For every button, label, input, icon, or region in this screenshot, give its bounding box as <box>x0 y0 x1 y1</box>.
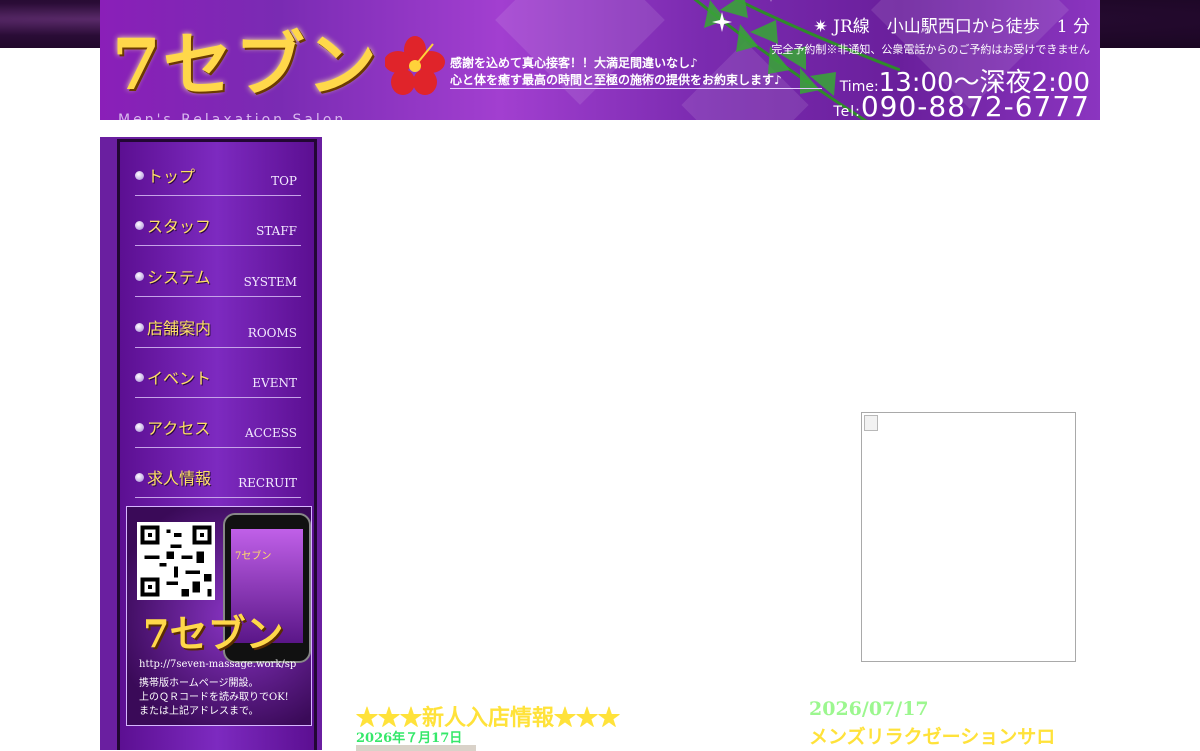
nav-bullet-icon <box>135 473 144 482</box>
nav-label-en: RECRUIT <box>238 476 297 490</box>
news-thumbnail <box>356 745 476 751</box>
nav-item-top[interactable]: トップ TOP <box>133 154 301 203</box>
phone-number[interactable]: Tel:090-8872-6777 <box>833 90 1090 120</box>
mobile-site-banner[interactable]: 7セブン 7セブン http://7seven-massage.work/sp … <box>126 506 312 726</box>
nav-label-jp: システム <box>147 268 211 287</box>
nav-item-system[interactable]: システム SYSTEM <box>133 255 301 304</box>
nav-label-jp: 求人情報 <box>147 469 212 488</box>
nav-bullet-icon <box>135 221 144 230</box>
nav-label-en: ROOMS <box>247 326 297 340</box>
reservation-note: 完全予約制※非通知、公衆電話からのご予約はお受けできません <box>771 43 1090 56</box>
nav-item-rooms[interactable]: 店舗案内 ROOMS <box>133 306 301 355</box>
qr-code-icon <box>137 522 215 600</box>
nav-label-en: ACCESS <box>244 426 297 440</box>
nav-label-en: SYSTEM <box>243 275 297 289</box>
broken-image-placeholder <box>861 412 1076 662</box>
site-logo[interactable]: 7セブン <box>112 30 379 100</box>
nav-bullet-icon <box>135 272 144 281</box>
nav-item-event[interactable]: イベント EVENT <box>133 356 301 405</box>
site-header: 7セブン Men's Relaxation Salon 感謝を込めて真心接客！！… <box>100 0 1100 120</box>
mobile-banner-text-1: 携帯版ホームページ開設。 <box>139 678 259 689</box>
nav-label-jp: トップ <box>147 167 196 186</box>
nav-divider <box>135 447 301 448</box>
header-tagline-1: 感謝を込めて真心接客！！大満足間違いなし♪ <box>450 56 698 70</box>
blog-title[interactable]: メンズリラクゼーションサロ <box>809 722 1055 749</box>
nav-divider <box>135 497 301 498</box>
hibiscus-flower-icon <box>385 36 445 95</box>
mobile-banner-text-3: または上記アドレスまで。 <box>139 706 259 717</box>
nav-item-staff[interactable]: スタッフ STAFF <box>133 204 301 253</box>
site-logo-subtitle: Men's Relaxation Salon <box>118 112 347 120</box>
header-tagline-2: 心と体を癒す最高の時間と至極の施術の提供をお約束します♪ <box>450 73 782 87</box>
news-date: 2026年７月17日 <box>356 731 463 746</box>
star-bullet-icon: ✷ <box>813 17 834 37</box>
mobile-site-url[interactable]: http://7seven-massage.work/sp <box>139 659 296 670</box>
tagline-divider <box>450 88 822 89</box>
nav-item-access[interactable]: アクセス ACCESS <box>133 406 301 455</box>
nav-label-en: STAFF <box>256 224 297 238</box>
nav-label-jp: イベント <box>147 369 212 388</box>
access-info: ✷ JR線 小山駅西口から徒歩 1 分 <box>813 17 1091 37</box>
mobile-banner-text-2: 上のＱＲコードを読み取りでOK! <box>139 692 289 703</box>
nav-label-en: EVENT <box>252 376 297 390</box>
nav-divider <box>135 397 301 398</box>
broken-image-icon <box>864 415 878 431</box>
nav-bullet-icon <box>135 423 144 432</box>
nav-divider <box>135 296 301 297</box>
sidebar-frame: トップ TOP スタッフ STAFF システム SYSTEM 店舗案内 ROOM… <box>117 139 317 750</box>
nav-label-jp: 店舗案内 <box>147 319 212 338</box>
nav-bullet-icon <box>135 323 144 332</box>
nav-item-recruit[interactable]: 求人情報 RECRUIT <box>133 456 301 505</box>
sidebar: トップ TOP スタッフ STAFF システム SYSTEM 店舗案内 ROOM… <box>100 137 322 750</box>
nav-divider <box>135 347 301 348</box>
nav-bullet-icon <box>135 171 144 180</box>
nav-divider <box>135 195 301 196</box>
nav-label-en: TOP <box>271 174 297 188</box>
nav-label-jp: スタッフ <box>147 217 212 236</box>
nav-label-jp: アクセス <box>147 419 211 438</box>
nav-bullet-icon <box>135 373 144 382</box>
nav-divider <box>135 245 301 246</box>
blog-date: 2026/07/17 <box>809 698 929 720</box>
mobile-banner-logo: 7セブン <box>143 611 284 656</box>
